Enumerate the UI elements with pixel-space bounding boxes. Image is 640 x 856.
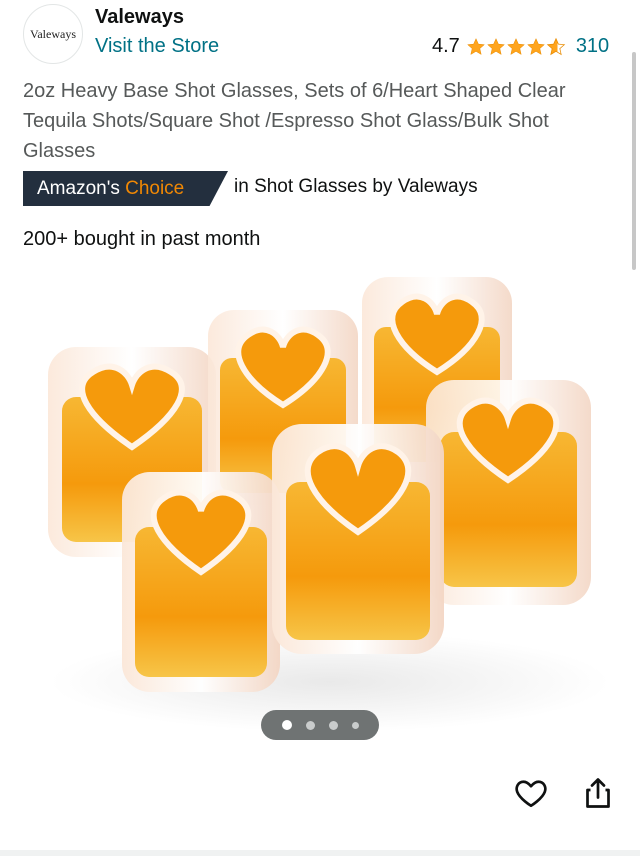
divider xyxy=(0,850,640,856)
shot-glass xyxy=(272,424,444,654)
star-icon xyxy=(486,37,505,55)
share-icon xyxy=(586,778,610,808)
store-logo[interactable]: Valeways xyxy=(23,4,83,64)
badge-highlight: Choice xyxy=(125,177,185,199)
favorite-button[interactable] xyxy=(513,775,549,811)
shot-glass xyxy=(122,472,280,692)
star-rating xyxy=(466,37,566,57)
badge-category[interactable]: in Shot Glasses by Valeways xyxy=(234,176,478,198)
shot-glasses-image xyxy=(48,277,610,732)
star-half-icon xyxy=(546,37,566,55)
bought-count: 200+ bought in past month xyxy=(23,228,261,250)
star-icon xyxy=(466,37,485,55)
rating-count: 310 xyxy=(575,35,610,57)
product-image[interactable] xyxy=(0,262,640,752)
store-logo-text: Valeways xyxy=(30,26,76,41)
visit-store-link[interactable]: Visit the Store xyxy=(95,35,219,58)
badge-prefix: Amazon's xyxy=(37,177,120,199)
carousel-indicator[interactable] xyxy=(261,710,379,740)
carousel-dot[interactable] xyxy=(328,720,338,730)
star-icon xyxy=(506,37,525,55)
rating-summary[interactable]: 4.7 310 xyxy=(432,35,609,58)
share-button[interactable] xyxy=(580,775,616,811)
carousel-dot[interactable] xyxy=(351,721,359,729)
carousel-dot-active[interactable] xyxy=(281,720,292,730)
carousel-dot[interactable] xyxy=(305,720,315,730)
star-icon xyxy=(526,37,545,55)
scrollbar[interactable] xyxy=(632,52,636,270)
rating-value: 4.7 xyxy=(432,35,460,57)
heart-outline-icon xyxy=(515,780,547,808)
shot-glass xyxy=(426,380,591,605)
store-name[interactable]: Valeways xyxy=(95,6,184,29)
product-title: 2oz Heavy Base Shot Glasses, Sets of 6/H… xyxy=(23,80,566,162)
amazons-choice-badge: Amazon's Choice xyxy=(23,171,228,206)
